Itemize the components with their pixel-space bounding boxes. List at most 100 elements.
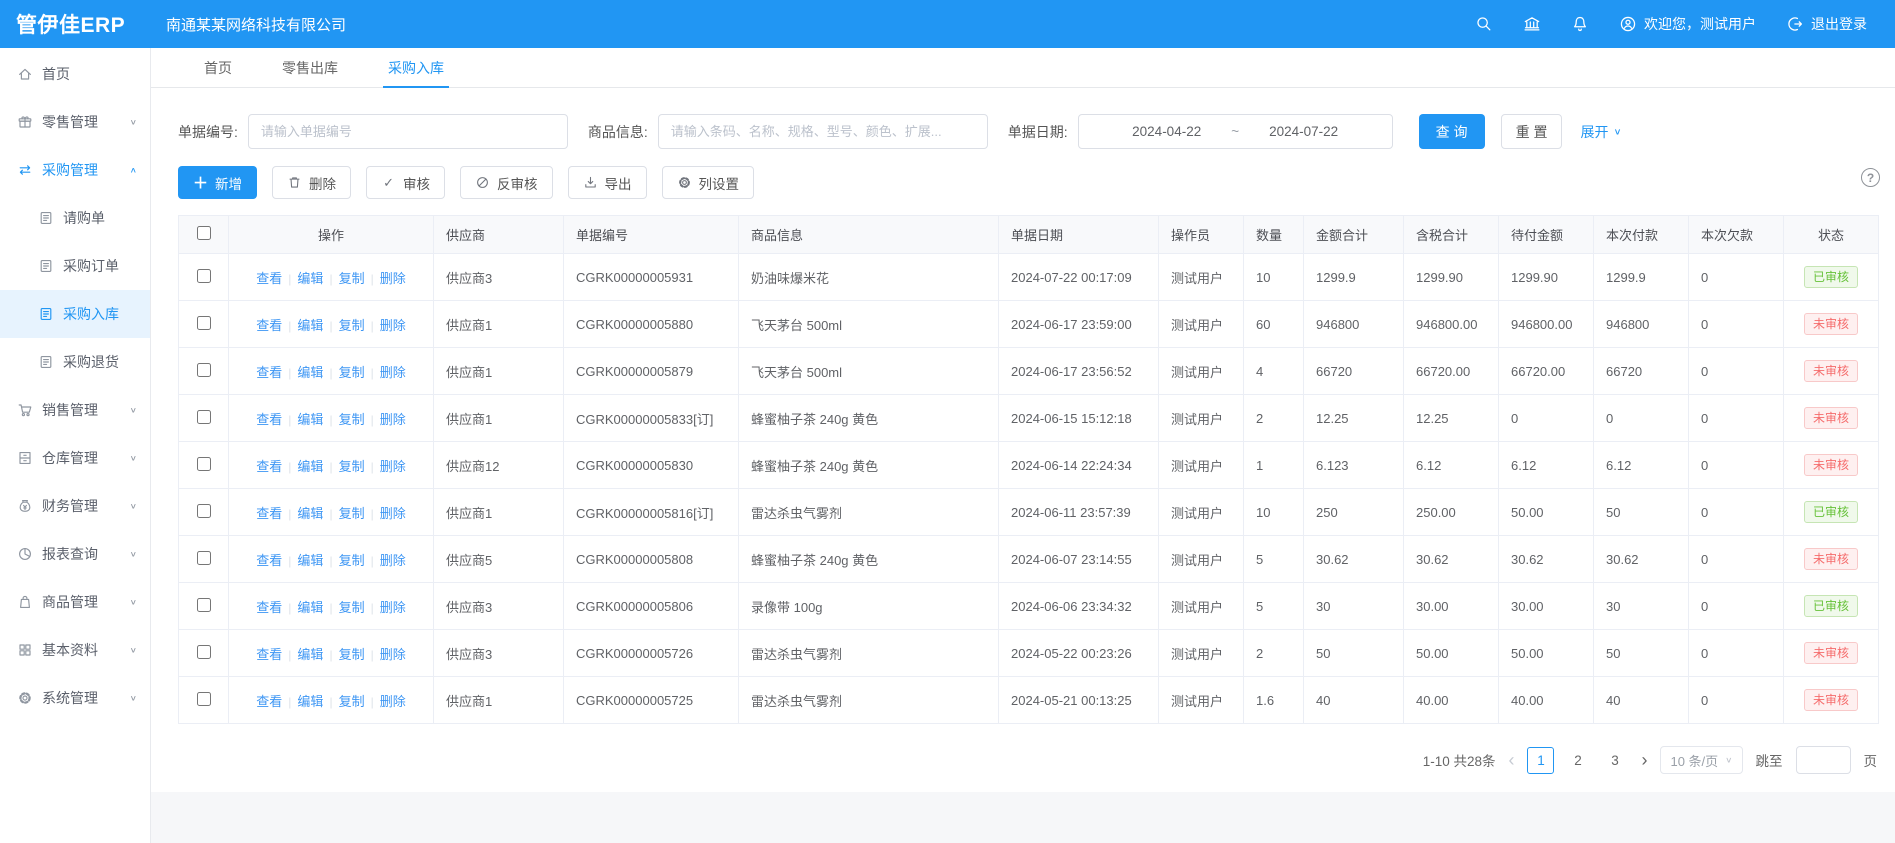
- view-link[interactable]: 查看: [256, 318, 282, 333]
- next-page-button[interactable]: ›: [1641, 751, 1647, 769]
- unaudit-button[interactable]: 反审核: [460, 166, 553, 199]
- row-checkbox[interactable]: [197, 269, 211, 283]
- sidebar-item-report[interactable]: 报表查询∨: [0, 530, 150, 578]
- sidebar-item-system[interactable]: 系统管理∨: [0, 674, 150, 722]
- copy-link[interactable]: 复制: [339, 459, 365, 474]
- edit-link[interactable]: 编辑: [297, 459, 323, 474]
- sidebar-item-goods[interactable]: 商品管理∨: [0, 578, 150, 626]
- delete-link[interactable]: 删除: [380, 553, 406, 568]
- delete-link[interactable]: 删除: [380, 694, 406, 709]
- link-separator: |: [329, 507, 332, 521]
- row-checkbox[interactable]: [197, 363, 211, 377]
- date-range-picker[interactable]: 2024-04-22 ~ 2024-07-22: [1078, 114, 1393, 149]
- link-separator: |: [329, 648, 332, 662]
- sidebar-item-basedata[interactable]: 基本资料∨: [0, 626, 150, 674]
- view-link[interactable]: 查看: [256, 506, 282, 521]
- edit-link[interactable]: 编辑: [297, 553, 323, 568]
- delete-link[interactable]: 删除: [380, 318, 406, 333]
- sidebar-item-finance[interactable]: 财务管理∨: [0, 482, 150, 530]
- sidebar-item-warehouse[interactable]: 仓库管理∨: [0, 434, 150, 482]
- delete-link[interactable]: 删除: [380, 459, 406, 474]
- edit-link[interactable]: 编辑: [297, 318, 323, 333]
- copy-link[interactable]: 复制: [339, 647, 365, 662]
- page-button-3[interactable]: 3: [1601, 747, 1628, 774]
- view-link[interactable]: 查看: [256, 553, 282, 568]
- date-to-value[interactable]: 2024-07-22: [1269, 124, 1338, 139]
- edit-link[interactable]: 编辑: [297, 506, 323, 521]
- row-checkbox[interactable]: [197, 316, 211, 330]
- help-icon[interactable]: ?: [1861, 168, 1880, 187]
- sidebar-item-home[interactable]: 首页: [0, 50, 150, 98]
- user-menu[interactable]: 欢迎您，测试用户: [1619, 14, 1756, 34]
- copy-link[interactable]: 复制: [339, 271, 365, 286]
- sidebar-item-purchase-inbound[interactable]: 采购入库: [0, 290, 150, 338]
- select-all-checkbox[interactable]: [197, 226, 211, 240]
- page-button-2[interactable]: 2: [1564, 747, 1591, 774]
- view-link[interactable]: 查看: [256, 459, 282, 474]
- copy-link[interactable]: 复制: [339, 694, 365, 709]
- doc-no-input[interactable]: [248, 114, 568, 149]
- expand-filters-link[interactable]: 展开 ∨: [1580, 122, 1621, 142]
- reset-button[interactable]: 重 置: [1501, 114, 1563, 149]
- copy-link[interactable]: 复制: [339, 412, 365, 427]
- logout-button[interactable]: 退出登录: [1786, 14, 1867, 34]
- edit-link[interactable]: 编辑: [297, 271, 323, 286]
- row-checkbox[interactable]: [197, 551, 211, 565]
- copy-link[interactable]: 复制: [339, 600, 365, 615]
- delete-link[interactable]: 删除: [380, 506, 406, 521]
- edit-link[interactable]: 编辑: [297, 647, 323, 662]
- column-settings-button[interactable]: 列设置: [662, 166, 755, 199]
- add-button[interactable]: ＋ 新增: [178, 166, 257, 199]
- delete-link[interactable]: 删除: [380, 365, 406, 380]
- row-checkbox[interactable]: [197, 504, 211, 518]
- edit-link[interactable]: 编辑: [297, 600, 323, 615]
- view-link[interactable]: 查看: [256, 365, 282, 380]
- delete-link[interactable]: 删除: [380, 647, 406, 662]
- sidebar-item-purchase-order[interactable]: 采购订单: [0, 242, 150, 290]
- search-icon[interactable]: [1475, 15, 1493, 33]
- row-checkbox[interactable]: [197, 457, 211, 471]
- copy-link[interactable]: 复制: [339, 506, 365, 521]
- prev-page-button[interactable]: ‹: [1508, 751, 1514, 769]
- row-checkbox[interactable]: [197, 692, 211, 706]
- delete-button[interactable]: 删除: [272, 166, 351, 199]
- audit-button[interactable]: ✓ 审核: [366, 166, 445, 199]
- export-button[interactable]: 导出: [568, 166, 647, 199]
- search-button[interactable]: 查 询: [1419, 114, 1485, 149]
- date-from-value[interactable]: 2024-04-22: [1132, 124, 1201, 139]
- delete-link[interactable]: 删除: [380, 271, 406, 286]
- copy-link[interactable]: 复制: [339, 553, 365, 568]
- product-info-input[interactable]: [658, 114, 988, 149]
- row-checkbox[interactable]: [197, 598, 211, 612]
- tab-2[interactable]: 采购入库: [363, 48, 469, 87]
- bell-icon[interactable]: [1571, 15, 1589, 33]
- cell-tax-amount: 30.62: [1404, 536, 1499, 583]
- sidebar-item-purchase-request[interactable]: 请购单: [0, 194, 150, 242]
- bank-icon[interactable]: [1523, 15, 1541, 33]
- edit-link[interactable]: 编辑: [297, 365, 323, 380]
- sidebar-item-purchase[interactable]: 采购管理∧: [0, 146, 150, 194]
- sidebar-item-purchase-return[interactable]: 采购退货: [0, 338, 150, 386]
- view-link[interactable]: 查看: [256, 647, 282, 662]
- pagination-total: 1-10 共28条: [1423, 750, 1496, 770]
- delete-link[interactable]: 删除: [380, 600, 406, 615]
- sidebar-item-retail[interactable]: 零售管理∨: [0, 98, 150, 146]
- view-link[interactable]: 查看: [256, 694, 282, 709]
- tab-1[interactable]: 零售出库: [257, 48, 363, 87]
- edit-link[interactable]: 编辑: [297, 694, 323, 709]
- edit-link[interactable]: 编辑: [297, 412, 323, 427]
- jump-page-input[interactable]: [1796, 746, 1851, 774]
- view-link[interactable]: 查看: [256, 271, 282, 286]
- page-size-select[interactable]: 10 条/页 ∨: [1660, 746, 1742, 774]
- copy-link[interactable]: 复制: [339, 365, 365, 380]
- view-link[interactable]: 查看: [256, 412, 282, 427]
- page-button-1[interactable]: 1: [1527, 747, 1554, 774]
- sidebar-item-sales[interactable]: 销售管理∨: [0, 386, 150, 434]
- view-link[interactable]: 查看: [256, 600, 282, 615]
- delete-link[interactable]: 删除: [380, 412, 406, 427]
- copy-link[interactable]: 复制: [339, 318, 365, 333]
- link-separator: |: [288, 460, 291, 474]
- tab-0[interactable]: 首页: [179, 48, 257, 87]
- row-checkbox[interactable]: [197, 645, 211, 659]
- row-checkbox[interactable]: [197, 410, 211, 424]
